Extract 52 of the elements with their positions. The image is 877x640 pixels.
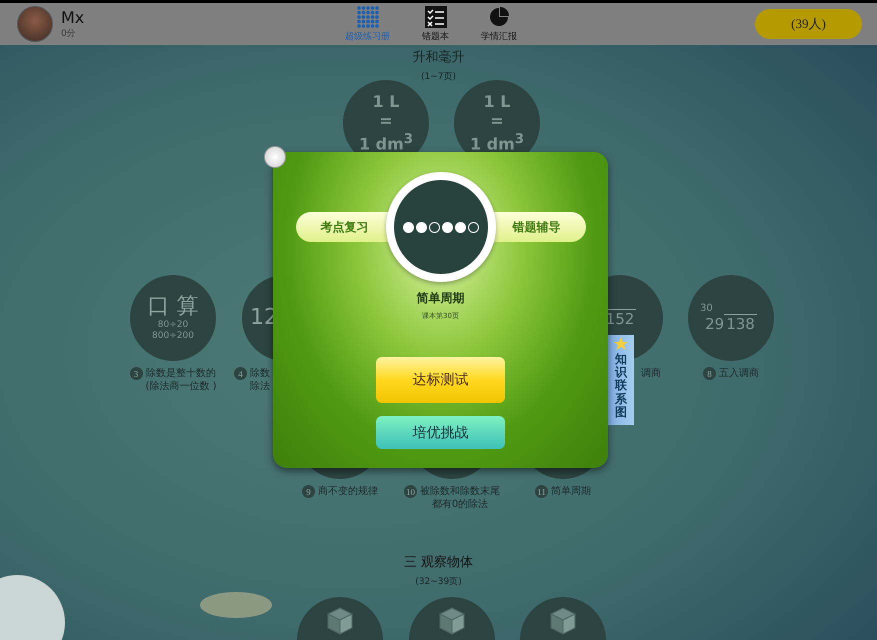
formula-text: 1 dm$^{3}$ [358, 131, 414, 154]
section-title: 三 观察物体 [404, 554, 474, 571]
formula-text: 1 L [484, 92, 510, 112]
lesson-title: 口 算 [148, 294, 198, 320]
lesson-title: 简单周期 [416, 290, 464, 307]
lesson-number: 3 [130, 367, 142, 380]
lesson-label[interactable]: 除数 [250, 367, 270, 380]
grid-icon [356, 6, 378, 28]
formula-text: 1 dm$^{3}$ [470, 131, 524, 154]
lesson-label[interactable]: 都有0的除法 [432, 498, 488, 511]
formula-text: = [379, 111, 393, 130]
user-name: Mx [61, 8, 84, 27]
lesson-number: 8 [703, 367, 716, 380]
lesson-label[interactable]: 除法 [250, 380, 270, 393]
section-title: 升和毫升 [412, 49, 464, 66]
lesson-number: 9 [302, 485, 315, 498]
star-icon [614, 337, 628, 351]
lesson-label[interactable]: 调商 [641, 367, 661, 380]
test-button[interactable]: 达标测试 [376, 357, 505, 403]
knowledge-map-tab[interactable]: 知识联系图 [608, 335, 634, 425]
divisor-text: 29 [705, 315, 724, 333]
lesson-number: 10 [404, 485, 417, 498]
quotient-text: 30 [700, 303, 713, 314]
cubes-icon [550, 607, 576, 635]
example-text: 80÷20 [158, 320, 188, 331]
lesson-number: 11 [535, 485, 548, 498]
dividend-text: 138 [724, 314, 757, 333]
lesson-circle[interactable]: 口 算 80÷20 800÷200 [130, 275, 216, 361]
division-circle[interactable]: 30 29 138 [688, 275, 774, 361]
avatar[interactable] [17, 6, 53, 42]
pie-chart-icon [488, 6, 510, 28]
lesson-number: 4 [234, 367, 247, 380]
lesson-label[interactable]: (除法商一位数 ) [146, 380, 216, 393]
example-text: 800÷200 [152, 331, 194, 342]
cubes-icon [439, 607, 465, 635]
nav-tab[interactable]: 学情汇报 [481, 6, 517, 42]
lesson-label[interactable]: 被除数和除数末尾 [420, 485, 500, 498]
class-button[interactable]: (39人) [755, 9, 862, 39]
lesson-label[interactable]: 五入调商 [719, 367, 759, 380]
cubes-icon [327, 607, 353, 635]
formula-text: 1 L [372, 92, 400, 112]
user-score: 0分 [61, 28, 77, 40]
checklist-icon [424, 6, 446, 28]
formula-text: = [490, 111, 504, 130]
page-range: (32~39页) [415, 576, 462, 588]
page-range: (1~7页) [420, 71, 456, 83]
close-button[interactable] [264, 146, 286, 168]
nav-tab[interactable]: 错题本 [422, 6, 449, 42]
lesson-label[interactable]: 简单周期 [551, 485, 591, 498]
lesson-label[interactable]: 除数是整十数的 [146, 367, 216, 380]
challenge-button[interactable]: 培优挑战 [376, 416, 505, 449]
lesson-label[interactable]: 商不变的规律 [318, 485, 378, 498]
